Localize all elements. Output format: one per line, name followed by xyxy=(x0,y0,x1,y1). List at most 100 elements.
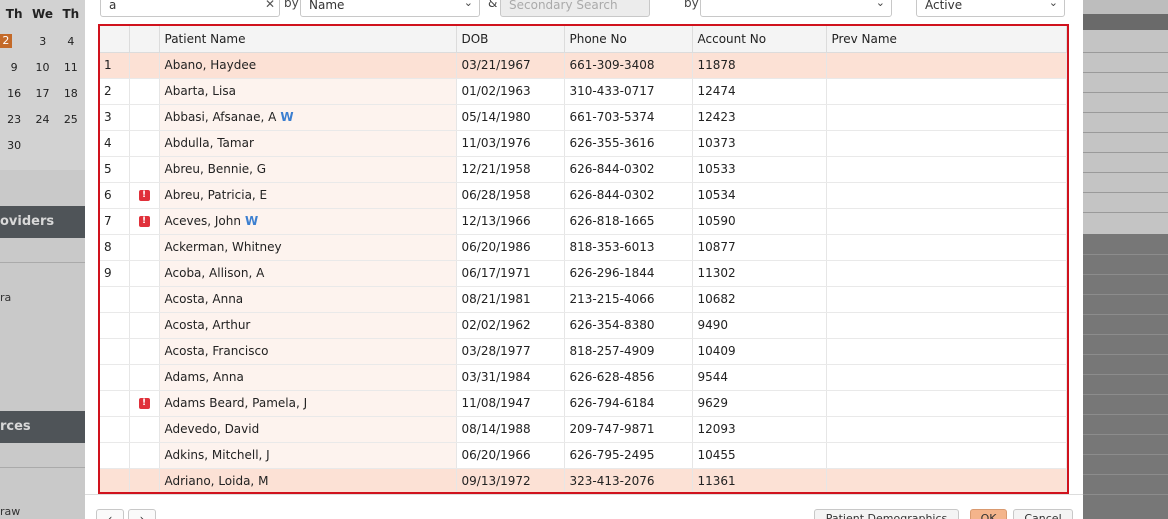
secondary-field-select[interactable]: ⌄ xyxy=(700,0,892,17)
table-row[interactable]: 8 Ackerman, Whitney 06/20/1986 818-353-6013… xyxy=(100,234,1067,261)
table-row[interactable]: Adkins, Mitchell, J 06/20/1966 626-795-249… xyxy=(100,442,1067,469)
divider xyxy=(1083,314,1168,315)
prev-name-cell xyxy=(826,182,1067,209)
dob-cell: 06/28/1958 xyxy=(456,182,565,209)
row-flag-cell xyxy=(129,260,160,287)
phone-cell: 626-354-8380 xyxy=(564,312,693,339)
dob-cell: 06/20/1986 xyxy=(456,234,565,261)
calendar-day[interactable]: 18 xyxy=(57,87,85,100)
calendar-day[interactable]: 30 xyxy=(0,139,28,152)
next-page-button[interactable]: › xyxy=(128,509,156,519)
divider xyxy=(1083,152,1168,153)
row-index-cell: 8 xyxy=(100,234,130,261)
calendar-day[interactable]: 23 xyxy=(0,113,28,126)
table-row[interactable]: 7! Aceves, John W 12/13/1966 626-818-1665 105… xyxy=(100,208,1067,235)
calendar-day[interactable]: 3 xyxy=(29,35,57,48)
table-row[interactable]: Acosta, Anna 08/21/1981 213-215-4066 10682 xyxy=(100,286,1067,313)
patient-name: Abdulla, Tamar xyxy=(164,136,254,150)
clear-icon[interactable]: ✕ xyxy=(265,0,275,11)
table-row[interactable]: Acosta, Francisco 03/28/1977 818-257-4909 1… xyxy=(100,338,1067,365)
account-cell: 9490 xyxy=(692,312,827,339)
calendar-day[interactable]: 25 xyxy=(57,113,85,126)
row-flag-cell xyxy=(129,468,160,492)
dob-cell: 03/31/1984 xyxy=(456,364,565,391)
table-row[interactable]: ! Adams Beard, Pamela, J 11/08/1947 626-794… xyxy=(100,390,1067,417)
table-row[interactable]: 4 Abdulla, Tamar 11/03/1976 626-355-3616 103… xyxy=(100,130,1067,157)
dob-cell: 12/13/1966 xyxy=(456,208,565,235)
status-select[interactable]: Active ⌄ xyxy=(916,0,1065,17)
account-cell: 10455 xyxy=(692,442,827,469)
table-row[interactable]: 6! Abreu, Patricia, E 06/28/1958 626-844-03… xyxy=(100,182,1067,209)
table-row[interactable]: 9 Acoba, Allison, A 06/17/1971 626-296-1844… xyxy=(100,260,1067,287)
search-input-value: a xyxy=(109,0,117,12)
phone-cell: 661-309-3408 xyxy=(564,52,693,79)
patient-demographics-button[interactable]: Patient Demographics xyxy=(814,509,959,519)
row-index-cell: 7 xyxy=(100,208,130,235)
secondary-search-input[interactable]: Secondary Search xyxy=(500,0,650,17)
calendar-day[interactable]: 4 xyxy=(57,35,85,48)
mini-calendar: Th We Th 2 3 4 9 10 11 16 17 18 23 24 25… xyxy=(0,0,85,170)
row-index-cell: 3 xyxy=(100,104,130,131)
patient-name-cell: Acosta, Francisco xyxy=(159,338,457,365)
dob-cell: 08/21/1981 xyxy=(456,286,565,313)
table-row[interactable]: 3 Abbasi, Afsanae, A W 05/14/1980 661-703-53… xyxy=(100,104,1067,131)
account-cell: 10533 xyxy=(692,156,827,183)
row-flag-cell xyxy=(129,416,160,443)
table-row[interactable]: Adriano, Loida, M 09/13/1972 323-413-2076 1… xyxy=(100,468,1067,492)
prev-name-cell xyxy=(826,78,1067,105)
prev-name-cell xyxy=(826,468,1067,492)
divider xyxy=(1083,494,1168,495)
calendar-day[interactable]: 9 xyxy=(0,61,28,74)
calendar-week: 30 xyxy=(0,132,85,158)
divider xyxy=(1083,274,1168,275)
column-header-phone[interactable]: Phone No xyxy=(564,26,693,53)
account-cell: 12423 xyxy=(692,104,827,131)
table-row[interactable]: Adams, Anna 03/31/1984 626-628-4856 9544 xyxy=(100,364,1067,391)
provider-item[interactable]: ra xyxy=(0,291,11,304)
calendar-day[interactable]: 11 xyxy=(57,61,85,74)
by-label: by xyxy=(684,0,699,10)
calendar-day-headers: Th We Th xyxy=(0,0,85,28)
cancel-button[interactable]: Cancel xyxy=(1013,509,1073,519)
account-cell: 12474 xyxy=(692,78,827,105)
row-index-cell xyxy=(100,364,130,391)
chevron-right-icon: › xyxy=(139,512,145,519)
calendar-week: 23 24 25 xyxy=(0,106,85,132)
resource-item[interactable]: raw xyxy=(0,505,20,518)
column-header-dob[interactable]: DOB xyxy=(456,26,565,53)
prev-page-button[interactable]: ‹ xyxy=(96,509,124,519)
account-cell: 10590 xyxy=(692,208,827,235)
by-label: by xyxy=(284,0,299,10)
dob-cell: 08/14/1988 xyxy=(456,416,565,443)
table-header-row: Patient Name DOB Phone No Account No Pre… xyxy=(100,26,1067,53)
search-field-select[interactable]: Name ⌄ xyxy=(300,0,480,17)
phone-cell: 818-257-4909 xyxy=(564,338,693,365)
divider xyxy=(1083,172,1168,173)
calendar-day[interactable]: 24 xyxy=(28,113,56,126)
column-header-prev-name[interactable]: Prev Name xyxy=(826,26,1067,53)
ok-button[interactable]: OK xyxy=(970,509,1007,519)
calendar-day[interactable]: 17 xyxy=(28,87,56,100)
account-cell: 9544 xyxy=(692,364,827,391)
patient-name-cell: Adkins, Mitchell, J xyxy=(159,442,457,469)
account-cell: 12093 xyxy=(692,416,827,443)
search-bar: a ✕ by Name ⌄ & Secondary Search by ⌄ Ac… xyxy=(85,0,1083,20)
phone-cell: 626-628-4856 xyxy=(564,364,693,391)
table-row[interactable]: Acosta, Arthur 02/02/1962 626-354-8380 9490 xyxy=(100,312,1067,339)
divider xyxy=(1083,454,1168,455)
table-row[interactable]: 1 Abano, Haydee 03/21/1967 661-309-3408 1187… xyxy=(100,52,1067,79)
table-row[interactable]: 2 Abarta, Lisa 01/02/1963 310-433-0717 12474 xyxy=(100,78,1067,105)
table-row[interactable]: Adevedo, David 08/14/1988 209-747-9871 1209… xyxy=(100,416,1067,443)
row-flag-cell xyxy=(129,130,160,157)
column-header-patient-name[interactable]: Patient Name xyxy=(159,26,457,53)
row-index-cell xyxy=(100,286,130,313)
calendar-day[interactable]: 2 xyxy=(0,34,12,48)
table-row[interactable]: 5 Abreu, Bennie, G 12/21/1958 626-844-0302 1… xyxy=(100,156,1067,183)
patient-name-cell: Acoba, Allison, A xyxy=(159,260,457,287)
calendar-day[interactable]: 16 xyxy=(0,87,28,100)
search-input[interactable]: a ✕ xyxy=(100,0,280,17)
prev-name-cell xyxy=(826,312,1067,339)
calendar-day[interactable]: 10 xyxy=(28,61,56,74)
column-header-account[interactable]: Account No xyxy=(692,26,827,53)
divider xyxy=(1083,374,1168,375)
